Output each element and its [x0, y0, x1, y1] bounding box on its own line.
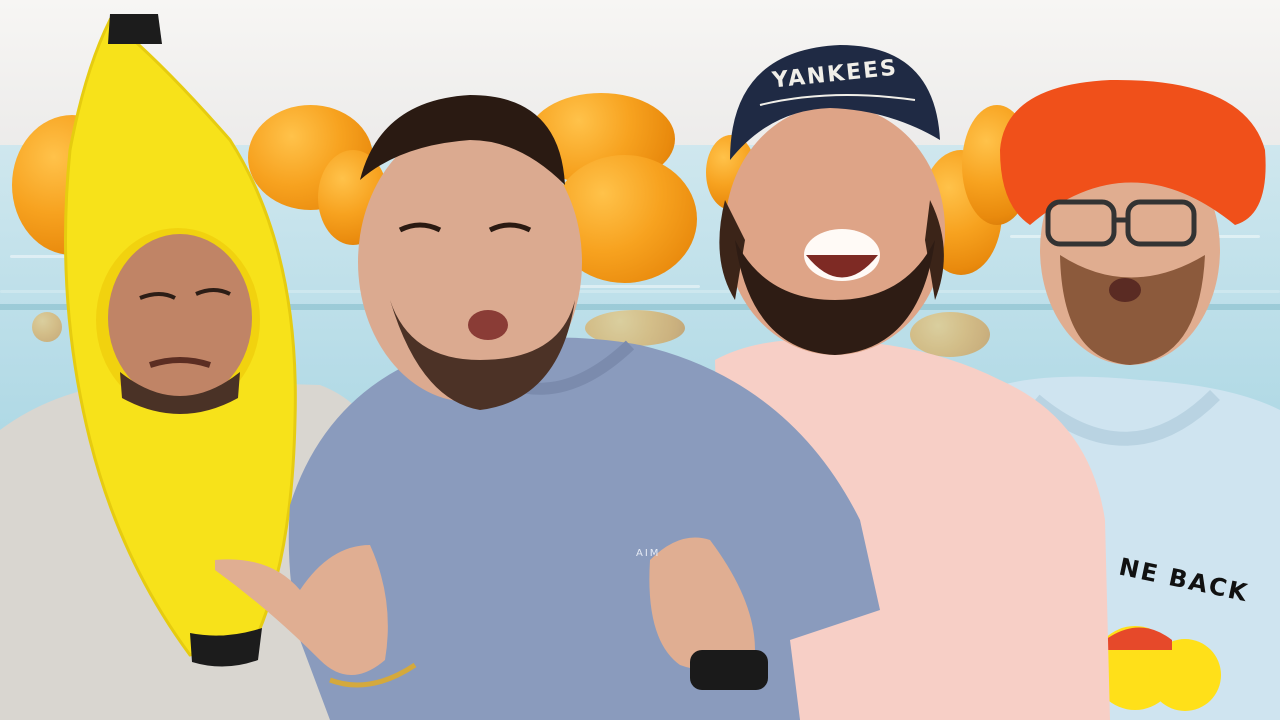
shirt-logo-text: AIM — [636, 548, 661, 559]
people-illustration — [0, 14, 1280, 720]
thumbnail-scene: YANKEES AIM NE BACK — [0, 0, 1280, 720]
